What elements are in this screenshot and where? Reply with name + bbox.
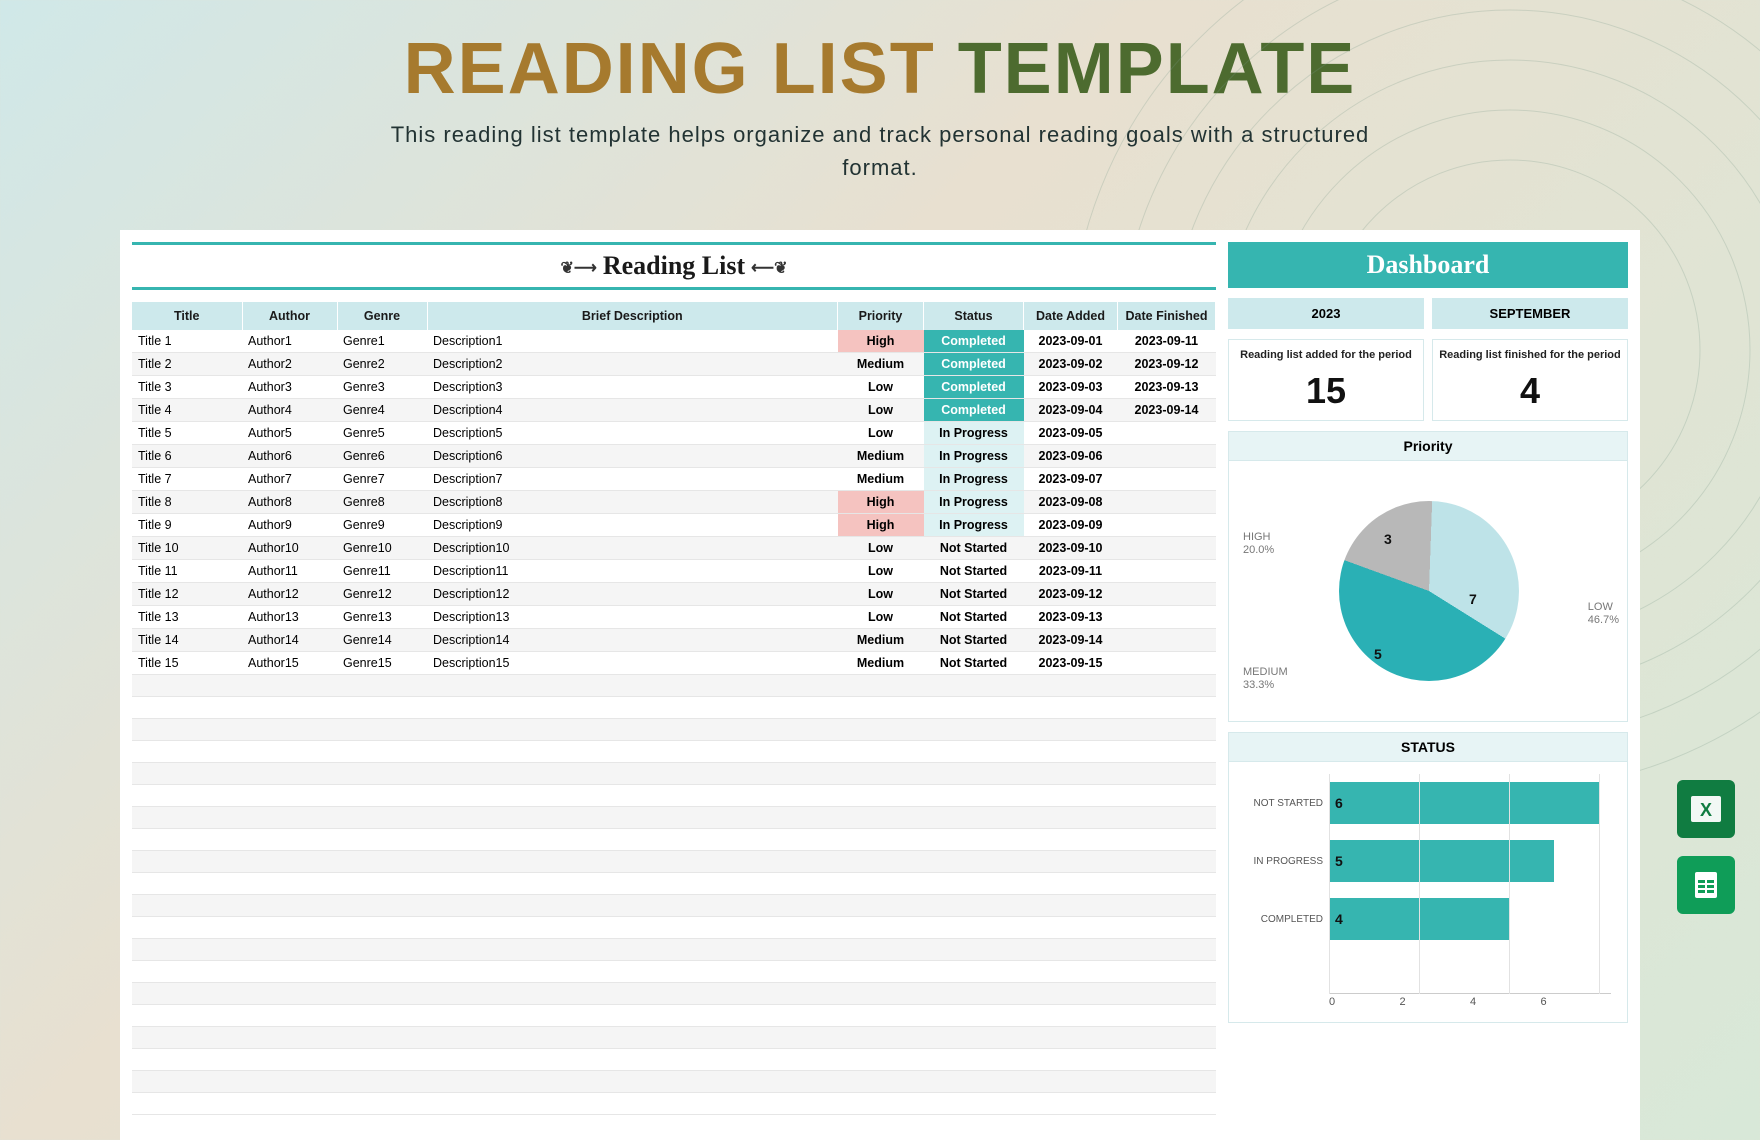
col-header: Date Added: [1024, 302, 1118, 330]
stat-added: Reading list added for the period 15: [1228, 339, 1424, 421]
period-year: 2023: [1228, 298, 1424, 329]
table-row: [132, 1049, 1216, 1071]
table-row: Title 4Author4Genre4Description4LowCompl…: [132, 399, 1216, 422]
table-row: Title 2Author2Genre2Description2MediumCo…: [132, 353, 1216, 376]
col-header: Status: [924, 302, 1024, 330]
table-row: Title 13Author13Genre13Description13LowN…: [132, 606, 1216, 629]
table-row: [132, 983, 1216, 1005]
col-header: Author: [242, 302, 337, 330]
table-row: [132, 939, 1216, 961]
table-row: Title 6Author6Genre6Description6MediumIn…: [132, 445, 1216, 468]
priority-chart-panel: Priority HIGH20.0% 3 LOW46.7% 7 MEDIUM33…: [1228, 431, 1628, 722]
table-row: [132, 697, 1216, 719]
col-header: Title: [132, 302, 242, 330]
pie-label-low: LOW46.7%: [1588, 601, 1619, 627]
table-row: Title 11Author11Genre11Description11LowN…: [132, 560, 1216, 583]
period-month: SEPTEMBER: [1432, 298, 1628, 329]
table-row: Title 7Author7Genre7Description7MediumIn…: [132, 468, 1216, 491]
table-row: [132, 1027, 1216, 1049]
status-bar-chart: NOT STARTED6IN PROGRESS5COMPLETED4 0246: [1229, 762, 1627, 1022]
table-row: Title 1Author1Genre1Description1HighComp…: [132, 330, 1216, 353]
table-row: [132, 785, 1216, 807]
table-row: [132, 1093, 1216, 1115]
table-row: [132, 961, 1216, 983]
col-header: Date Finished: [1118, 302, 1216, 330]
dashboard-title: Dashboard: [1228, 242, 1628, 288]
table-row: [132, 917, 1216, 939]
table-row: Title 8Author8Genre8Description8HighIn P…: [132, 491, 1216, 514]
table-row: Title 14Author14Genre14Description14Medi…: [132, 629, 1216, 652]
svg-text:X: X: [1700, 800, 1712, 820]
google-sheets-icon: [1677, 856, 1735, 914]
spreadsheet-preview: ❦⟶Reading List⟵❦ TitleAuthorGenreBrief D…: [120, 230, 1640, 1140]
table-row: [132, 829, 1216, 851]
table-row: Title 12Author12Genre12Description12LowN…: [132, 583, 1216, 606]
stat-finished: Reading list finished for the period 4: [1432, 339, 1628, 421]
table-row: [132, 873, 1216, 895]
table-row: Title 10Author10Genre10Description10LowN…: [132, 537, 1216, 560]
reading-list-table: TitleAuthorGenreBrief DescriptionPriorit…: [132, 302, 1216, 1115]
pie-label-medium: MEDIUM33.3%: [1243, 666, 1288, 692]
table-row: [132, 895, 1216, 917]
table-row: [132, 763, 1216, 785]
table-row: [132, 1005, 1216, 1027]
table-row: [132, 851, 1216, 873]
col-header: Brief Description: [427, 302, 838, 330]
col-header: Priority: [838, 302, 924, 330]
col-header: Genre: [337, 302, 427, 330]
table-row: [132, 719, 1216, 741]
list-title-bar: ❦⟶Reading List⟵❦: [132, 242, 1216, 290]
table-row: Title 9Author9Genre9Description9HighIn P…: [132, 514, 1216, 537]
table-row: [132, 807, 1216, 829]
table-row: [132, 1071, 1216, 1093]
pie-label-high: HIGH20.0%: [1243, 531, 1274, 557]
table-row: Title 5Author5Genre5Description5LowIn Pr…: [132, 422, 1216, 445]
table-row: [132, 741, 1216, 763]
table-row: Title 15Author15Genre15Description15Medi…: [132, 652, 1216, 675]
table-row: Title 3Author3Genre3Description3LowCompl…: [132, 376, 1216, 399]
status-chart-panel: STATUS NOT STARTED6IN PROGRESS5COMPLETED…: [1228, 732, 1628, 1023]
table-row: [132, 675, 1216, 697]
priority-pie-chart: [1339, 501, 1519, 681]
excel-icon: X: [1677, 780, 1735, 838]
